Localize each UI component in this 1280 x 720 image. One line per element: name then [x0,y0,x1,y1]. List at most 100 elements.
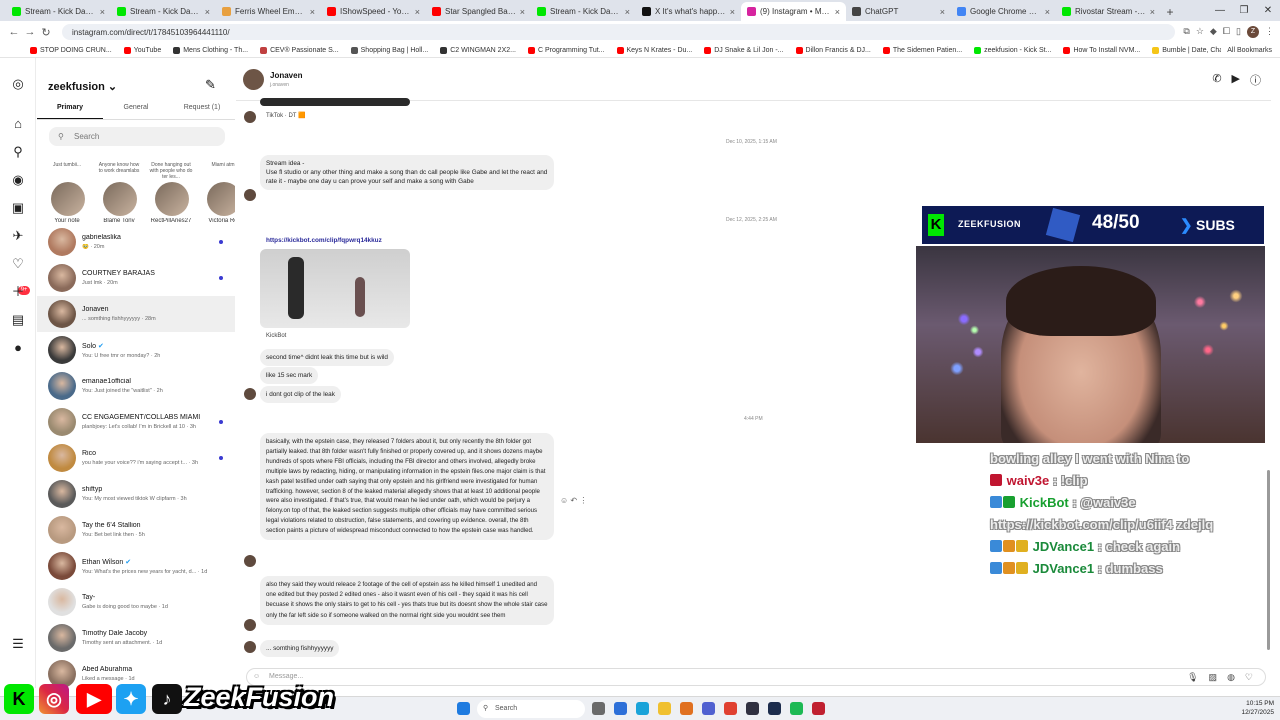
conversation-item[interactable]: CC ENGAGEMENT/COLLABS MIAMI planbjoey: Le… [37,404,235,440]
image-icon[interactable]: ▨ [1209,669,1218,685]
edge-icon[interactable] [636,702,649,715]
new-tab-button[interactable]: + [1161,2,1179,21]
tab-primary[interactable]: Primary [37,100,103,119]
explorer-icon[interactable] [658,702,671,715]
tab-general[interactable]: General [103,100,169,119]
profile-avatar[interactable]: Z [1247,26,1259,38]
taskbar-search[interactable]: ⚲ Search [477,700,585,718]
browser-tab[interactable]: Google Chrome Help × [951,2,1056,21]
message-bubble[interactable]: ... somthing fishhyyyyyy [260,640,340,658]
steam-icon[interactable] [768,702,781,715]
chat-scrollbar[interactable] [1266,60,1271,650]
conversation-item[interactable]: Tay- Gabe is doing good too maybe · 1d [37,584,235,620]
bookmark-item[interactable]: Bumble | Date, Chat... [1152,46,1231,54]
message-bubble[interactable]: Stream idea - Use fl studio or any other… [260,155,554,191]
app-icon[interactable] [702,702,715,715]
browser-tab[interactable]: Rivostar Stream - Watch Li× [1056,2,1161,21]
sticker-icon[interactable]: ◍ [1227,669,1235,685]
maximize-icon[interactable]: ❐ [1232,0,1256,21]
spotify-icon[interactable] [790,702,803,715]
reels-icon[interactable]: ▣ [10,200,26,216]
menu-icon[interactable]: ⋮ [1265,26,1274,38]
close-window-icon[interactable]: ✕ [1256,0,1280,21]
conversation-item[interactable]: Rico you hate your voice?? i'm saying acc… [37,440,235,476]
microphone-icon[interactable]: 🎙 [1187,669,1198,685]
close-tab-icon[interactable]: × [940,7,945,17]
create-icon[interactable]: ＋ [10,284,26,300]
bookmark-item[interactable]: CEV® Passionate S... [260,46,339,54]
start-icon[interactable] [457,702,470,715]
bookmark-item[interactable]: How To Install NVM... [1063,46,1140,54]
conversation-item[interactable]: Timothy Dale Jacoby Timothy sent an attac… [37,620,235,656]
close-tab-icon[interactable]: × [205,7,210,17]
bookmark-item[interactable]: YouTube [123,46,161,54]
chrome-icon[interactable] [724,702,737,715]
search-icon[interactable]: ⚲ [10,144,26,160]
contact-name[interactable]: Jonaven [270,71,302,80]
clip-preview[interactable] [260,249,410,328]
message-input[interactable]: ☺ Message... 🎙 ▨ ◍ ♡ [246,668,1266,686]
close-tab-icon[interactable]: × [1150,7,1155,17]
close-tab-icon[interactable]: × [415,7,420,17]
bookmark-item[interactable]: Dillon Francis & DJ... [795,46,871,54]
message-actions[interactable]: ☺ ↶ ⋮ [560,496,587,505]
conversation-item[interactable]: emanae1official You: Just joined the "wai… [37,368,235,404]
bookmark-item[interactable]: DJ Snake & Lil Jon -... [704,46,784,54]
account-switcher[interactable]: zeekfusion ⌄ [48,80,117,93]
tiktok-preview[interactable] [260,98,410,106]
note-item[interactable]: Just tumbii... Your note [45,162,89,222]
bookmark-item[interactable]: The Sidemen Patien... [882,46,962,54]
bookmark-item[interactable]: Keys N Krates - Du... [616,46,692,54]
close-tab-icon[interactable]: × [1045,7,1050,17]
close-tab-icon[interactable]: × [100,7,105,17]
bookmark-item[interactable]: STOP DOING CRUN... [30,46,112,54]
back-icon[interactable]: ← [6,26,22,38]
browser-tab[interactable]: Stream - Kick Dashbo × [531,2,636,21]
browser-tab[interactable]: ChatGPT × [846,2,951,21]
conversation-item[interactable]: Ethan Wilson ✔ You: What's the prices new… [37,548,235,584]
firefox-icon[interactable] [680,702,693,715]
close-tab-icon[interactable]: × [730,7,735,17]
reload-icon[interactable]: ↻ [38,26,54,39]
dashboard-icon[interactable]: ▤ [10,312,26,328]
home-icon[interactable]: ⌂ [10,116,26,132]
bookmark-item[interactable]: C2 WINGMAN 2X2... [440,46,516,54]
info-icon[interactable]: ⓘ [1250,72,1261,88]
browser-tab[interactable]: (9) Instagram • Messages× [741,2,846,21]
taskview-icon[interactable] [592,702,605,715]
phone-icon[interactable]: ✆ [1212,72,1221,88]
conversation-item[interactable]: Tay the 6'4 Stallion You: Bet bet link th… [37,512,235,548]
message-bubble[interactable]: basically, with the epstein case, they r… [260,433,554,541]
browser-tab[interactable]: Stream - Kick Dashboard× [111,2,216,21]
note-item[interactable]: Anyone know how to work dreamlabs Blame T… [97,162,141,222]
contact-avatar[interactable] [243,69,264,90]
note-item[interactable]: Miami atm Victoria Ro [201,162,235,222]
message-bubble[interactable]: i dont got clip of the leak [260,386,341,404]
like-icon[interactable]: ♡ [1245,669,1253,685]
close-tab-icon[interactable]: × [310,7,315,17]
close-tab-icon[interactable]: × [835,7,840,17]
app-icon[interactable] [746,702,759,715]
extension-icon[interactable]: ◆ [1210,26,1217,38]
url-field[interactable]: instagram.com/direct/t/17845103964441110… [62,24,1176,40]
browser-tab[interactable]: Star Spangled Banner wit× [426,2,531,21]
message-bubble[interactable]: second time^ didnt leak this time but is… [260,349,394,367]
clip-link[interactable]: https://kickbot.com/clip/fqpwrq14kkuz [266,237,382,244]
explore-icon[interactable]: ◉ [10,172,26,188]
system-clock[interactable]: 10:15 PM 12/27/2025 [1241,699,1274,717]
widget-icon[interactable] [614,702,627,715]
install-icon[interactable]: ⧉ [1183,26,1189,38]
forward-icon[interactable]: → [22,26,38,38]
note-item[interactable]: Done hanging out with people who do ter … [149,162,193,222]
browser-tab[interactable]: Stream - Kick Dashboard× [6,2,111,21]
close-tab-icon[interactable]: × [520,7,525,17]
conversation-item[interactable]: Solo ✔ You: U free tmr or monday? · 2h [37,332,235,368]
extensions-puzzle-icon[interactable]: ⧠ [1223,26,1230,38]
message-bubble[interactable]: like 15 sec mark [260,367,319,385]
tab-requests[interactable]: Request (1) [169,100,235,119]
bookmark-star-icon[interactable]: ☆ [1196,26,1204,38]
browser-tab[interactable]: Ferris Wheel Emoji | M× [216,2,321,21]
browser-tab[interactable]: X It's what's happening /× [636,2,741,21]
bookmark-item[interactable]: zeekfusion - Kick St... [974,46,1051,54]
conversation-item[interactable]: Jonaven ... somthing fishhyyyyyy · 28m [37,296,235,332]
